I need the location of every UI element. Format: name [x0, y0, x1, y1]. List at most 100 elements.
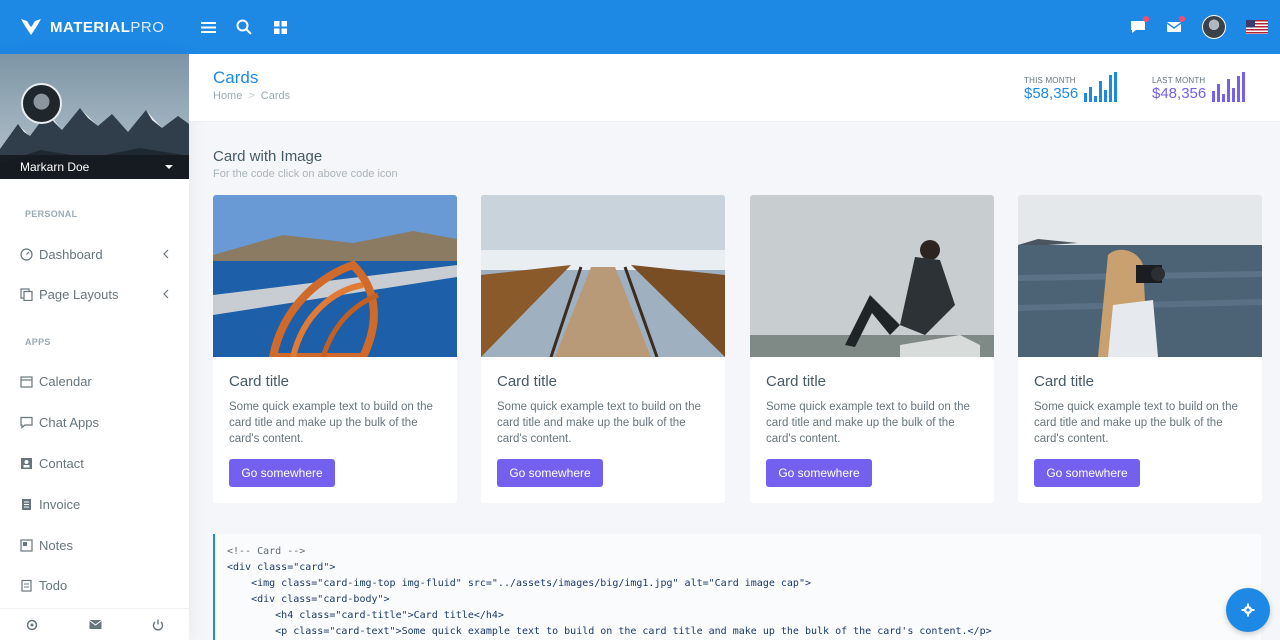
stat-value: $58,356	[1024, 85, 1079, 102]
sparkline-bar	[1094, 96, 1098, 102]
gauge-icon	[20, 247, 33, 261]
stat-this-month: THIS MONTH $58,356	[1024, 72, 1118, 102]
card: Card title Some quick example text to bu…	[213, 195, 457, 503]
mail-icon[interactable]	[1166, 16, 1185, 35]
card-title: Card title	[229, 373, 290, 390]
code-line: <!-- Card -->	[227, 546, 306, 557]
stat-value: $48,356	[1152, 85, 1207, 102]
sparkline-bar	[1222, 94, 1226, 102]
sparkline-bar	[1237, 76, 1241, 102]
calendar-icon	[20, 375, 33, 388]
user-profile: Markarn Doe	[0, 54, 189, 179]
sidebar-item-label: Todo	[39, 577, 68, 593]
section-subtitle: For the code click on above code icon	[213, 168, 398, 180]
chevron-left-icon	[163, 289, 169, 299]
sidebar-item-dashboard[interactable]: Dashboard	[20, 244, 170, 264]
profile-name-dropdown[interactable]: Markarn Doe	[0, 155, 189, 179]
breadcrumb-separator: >	[248, 90, 255, 102]
user-avatar[interactable]	[1202, 15, 1226, 39]
messages-icon[interactable]	[1130, 16, 1149, 35]
card: Card title Some quick example text to bu…	[750, 195, 994, 503]
sidebar-item-label: Chat Apps	[39, 414, 99, 430]
todo-icon	[21, 579, 32, 592]
stat-last-month: LAST MONTH $48,356	[1152, 72, 1246, 102]
invoice-icon	[22, 498, 31, 510]
go-somewhere-button[interactable]: Go somewhere	[497, 459, 603, 487]
logo-icon	[21, 19, 41, 35]
code-line: <div class="card">	[227, 562, 336, 573]
boat-rope-image	[213, 195, 457, 357]
menu-toggle-icon[interactable]	[199, 18, 217, 36]
breadcrumb-home[interactable]: Home	[213, 90, 242, 102]
chat-icon	[20, 416, 33, 429]
caret-down-icon	[165, 165, 173, 169]
notes-icon	[20, 538, 33, 552]
sidebar-item-chat-apps[interactable]: Chat Apps	[20, 412, 170, 432]
card-title: Card title	[1034, 373, 1095, 390]
page-title: Cards	[213, 68, 259, 87]
sparkline-bar	[1217, 84, 1221, 102]
card-text: Some quick example text to build on the …	[497, 401, 701, 445]
sidebar-item-label: Page Layouts	[39, 286, 119, 302]
sparkline-bars	[1084, 72, 1118, 102]
breadcrumb-current: Cards	[260, 90, 291, 102]
sidebar-item-notes[interactable]: Notes	[20, 535, 170, 555]
topbar: MATERIALPRO	[0, 0, 1280, 54]
card-title: Card title	[497, 373, 558, 390]
stat-label: LAST MONTH	[1152, 76, 1206, 85]
sidebar-item-invoice[interactable]: Invoice	[20, 494, 170, 514]
sparkline-bar	[1232, 88, 1236, 102]
profile-name: Markarn Doe	[20, 160, 90, 174]
sidebar-item-calendar[interactable]: Calendar	[20, 371, 170, 391]
search-icon[interactable]	[235, 18, 253, 36]
card-text: Some quick example text to build on the …	[766, 401, 970, 445]
code-line: <p class="card-text">Some quick example …	[227, 626, 992, 637]
sparkline-bar	[1104, 90, 1108, 102]
card: Card title Some quick example text to bu…	[1018, 195, 1262, 503]
copy-icon	[20, 287, 33, 301]
sidebar-item-contact[interactable]: Contact	[20, 453, 170, 473]
boardwalk-image	[481, 195, 725, 357]
photographer-image	[1018, 195, 1262, 357]
page-header: Cards Home > Cards THIS MONTH $58,356 LA…	[189, 54, 1280, 122]
card-title: Card title	[766, 373, 827, 390]
go-somewhere-button[interactable]: Go somewhere	[1034, 459, 1140, 487]
apps-grid-icon[interactable]	[271, 18, 289, 36]
sparkline-bar	[1227, 79, 1231, 102]
card: Card title Some quick example text to bu…	[481, 195, 725, 503]
go-somewhere-button[interactable]: Go somewhere	[229, 459, 335, 487]
sidebar: Markarn Doe PERSONAL Dashboard Page Layo…	[0, 54, 189, 640]
card-text: Some quick example text to build on the …	[1034, 401, 1238, 445]
contact-icon	[21, 457, 32, 469]
go-somewhere-button[interactable]: Go somewhere	[766, 459, 872, 487]
settings-icon[interactable]	[25, 618, 39, 632]
brand-name: MATERIALPRO	[50, 18, 165, 36]
section-title: Card with Image	[213, 148, 323, 165]
settings-fab[interactable]	[1226, 588, 1270, 632]
code-line: <div class="card-body">	[227, 594, 390, 605]
sparkline-bar	[1212, 91, 1216, 102]
sidebar-item-label: Notes	[39, 537, 73, 553]
nav-section-personal: PERSONAL	[25, 209, 78, 219]
card-text: Some quick example text to build on the …	[229, 401, 433, 445]
profile-avatar[interactable]	[21, 83, 62, 124]
sidebar-item-todo[interactable]: Todo	[20, 575, 170, 595]
chevron-left-icon	[163, 249, 169, 259]
sparkline-bar	[1089, 87, 1093, 102]
power-icon[interactable]	[152, 619, 164, 631]
brand-logo[interactable]: MATERIALPRO	[0, 17, 189, 37]
sparkline-bar	[1099, 81, 1103, 102]
us-flag-icon[interactable]	[1246, 20, 1268, 34]
sidebar-item-page-layouts[interactable]: Page Layouts	[20, 284, 170, 304]
sidebar-item-label: Calendar	[39, 373, 92, 389]
sidebar-item-label: Invoice	[39, 496, 81, 512]
mail-icon[interactable]	[89, 619, 102, 630]
notification-dot	[1179, 16, 1185, 22]
sidebar-footer	[0, 608, 189, 640]
stat-label: THIS MONTH	[1024, 76, 1076, 85]
sparkline-bar	[1114, 72, 1118, 102]
nav-section-apps: APPS	[25, 337, 51, 347]
code-line: <img class="card-img-top img-fluid" src=…	[227, 578, 811, 589]
sidebar-item-label: Contact	[39, 455, 84, 471]
woman-sitting-image	[750, 195, 994, 357]
